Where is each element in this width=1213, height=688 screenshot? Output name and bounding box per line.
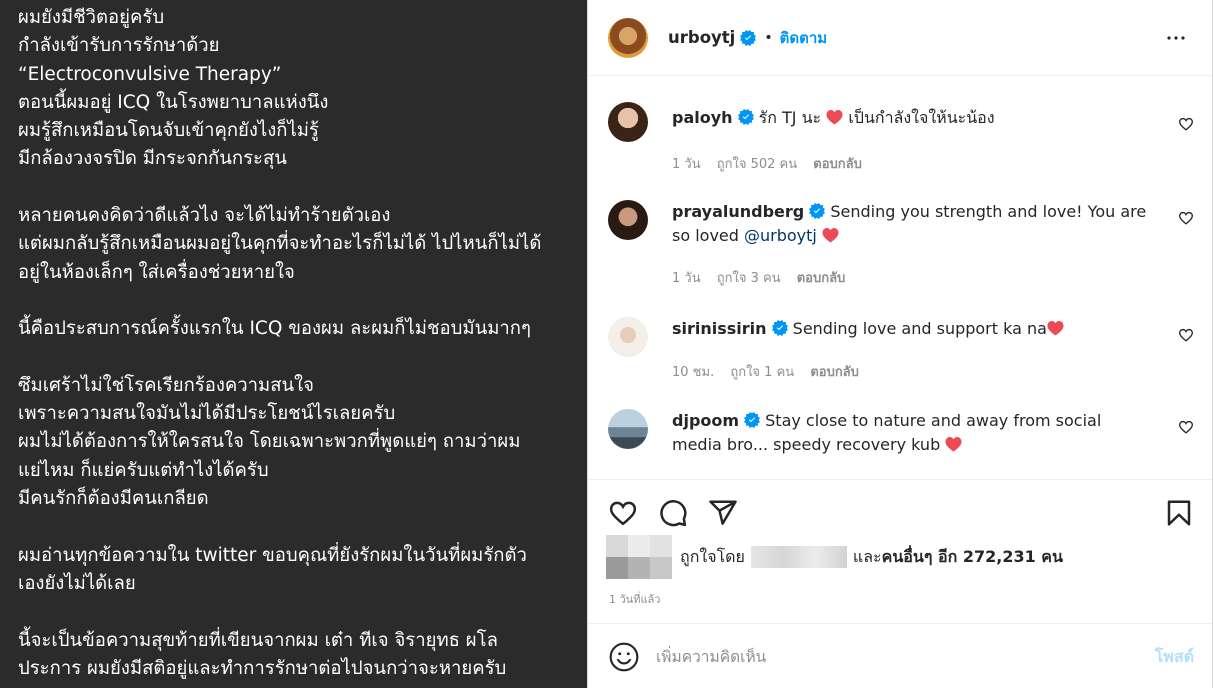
post-text-line: มีคนรักก็ต้องมีคนเกลียด: [18, 488, 209, 510]
comment-username[interactable]: paloyh: [672, 108, 733, 127]
comment-text: รัก TJ นะ: [758, 108, 822, 127]
like-comment-heart-icon[interactable]: [1178, 210, 1194, 226]
comment-bubble-icon[interactable]: [658, 498, 688, 528]
comment-body: paloyh รัก TJ นะ เป็นกำลังใจให้นะน้อง: [672, 106, 1152, 130]
comment-username[interactable]: sirinissirin: [672, 319, 767, 338]
header-separator: •: [764, 29, 773, 46]
post-header: urboytj • ติดตาม: [588, 0, 1212, 76]
comment-likes-count[interactable]: ถูกใจ 1 คน: [730, 365, 794, 380]
comment-meta: 10 ชม. ถูกใจ 1 คน ตอบกลับ: [672, 361, 871, 382]
post-text-line: แต่ผมกลับรู้สึกเหมือนผมอยู่ในคุกที่จะทำอ…: [18, 233, 542, 255]
comment-username[interactable]: djpoom: [672, 411, 739, 430]
emoji-smiley-icon[interactable]: [608, 641, 640, 673]
reply-button[interactable]: ตอบกลับ: [797, 271, 846, 286]
post-comment-button[interactable]: โพสต์: [1155, 645, 1194, 670]
comment-body: prayalundberg Sending you strength and l…: [672, 200, 1152, 247]
post-text-spacer: [18, 174, 587, 202]
post-text-spacer: [18, 287, 587, 315]
commenter-avatar[interactable]: [608, 409, 648, 449]
post-text-line: ผมยังมีชีวิตอยู่ครับ: [18, 7, 165, 28]
more-options-icon[interactable]: [1164, 26, 1188, 50]
reply-button[interactable]: ตอบกลับ: [813, 157, 862, 172]
follow-button[interactable]: ติดตาม: [780, 26, 828, 50]
liker-avatars-blurred: [606, 535, 672, 579]
post-text-line: หลายคนคงคิดว่าดีแล้วไง จะได้ไม่ทำร้ายตัว…: [18, 205, 391, 227]
comment-likes-count[interactable]: ถูกใจ 3 คน: [717, 271, 781, 286]
like-comment-heart-icon[interactable]: [1178, 419, 1194, 435]
like-comment-heart-icon[interactable]: [1178, 327, 1194, 343]
post-text-line: “Electroconvulsive Therapy”: [18, 63, 282, 85]
post-text-line: มีกล้องวงจรปิด มีกระจกกันกระสุน: [18, 148, 287, 170]
post-detail-panel: urboytj • ติดตาม paloyh รัก TJ นะ เป็นกำ…: [587, 0, 1213, 688]
post-text-line: กำลังเข้ารับการรักษาด้วย: [18, 35, 220, 57]
post-image: ผมยังมีชีวิตอยู่ครับกำลังเข้ารับการรักษา…: [0, 0, 587, 688]
comment-body: sirinissirin Sending love and support ka…: [672, 317, 1152, 341]
add-comment-input[interactable]: เพิ่มความคิดเห็น: [656, 644, 766, 669]
verified-badge-icon: [737, 109, 754, 125]
commenter-avatar[interactable]: [608, 102, 648, 142]
comment-likes-count[interactable]: ถูกใจ 502 คน: [717, 157, 797, 172]
verified-badge-icon: [809, 203, 826, 219]
comment-text: Sending love and support ka na: [792, 319, 1047, 338]
comment-time: 1 วัน: [672, 271, 701, 286]
comment-time: 1 วัน: [672, 157, 701, 172]
liked-by-others[interactable]: คนอื่นๆ อีก 272,231 คน: [882, 545, 1063, 570]
verified-badge-icon: [744, 412, 761, 428]
post-text-spacer: [18, 598, 587, 626]
post-text-spacer: [18, 344, 587, 372]
red-heart-emoji-icon: [826, 110, 843, 125]
liked-by-and: และ: [852, 546, 882, 566]
commenter-avatar[interactable]: [608, 317, 648, 357]
likes-summary: ถูกใจโดย และ คนอื่นๆ อีก 272,231 คน: [606, 535, 1063, 579]
post-text-line: เองยังไม่ได้เลย: [18, 572, 136, 594]
like-comment-heart-icon[interactable]: [1178, 116, 1194, 132]
post-text-line: ผมอ่านทุกข้อความใน twitter ขอบคุณที่ยังร…: [18, 544, 527, 566]
liked-by-prefix: ถูกใจโดย: [680, 546, 745, 566]
post-text-line: ตอนนี้ผมอยู่ ICQ ในโรงพยาบาลแห่งนึง: [18, 91, 329, 113]
post-actions-section: ถูกใจโดย และ คนอื่นๆ อีก 272,231 คน 1 วั…: [588, 479, 1212, 624]
liker-name-blurred: [750, 546, 847, 568]
post-time-ago: 1 วันที่แล้ว: [609, 593, 661, 606]
comment-meta: 1 วัน ถูกใจ 502 คน ตอบกลับ: [672, 153, 874, 174]
comment-text-suffix: เป็นกำลังใจให้นะน้อง: [848, 108, 995, 127]
post-text-line: ผมไม่ได้ต้องการให้ใครสนใจ โดยเฉพาะพวกที่…: [18, 431, 521, 453]
red-heart-emoji-icon: [822, 227, 839, 242]
post-text-line: นี้คือประสบการณ์ครั้งแรกใน ICQ ของผม ละผ…: [18, 318, 531, 340]
post-text-line: อยู่ในห้องเล็กๆ ใส่เครื่องช่วยหายใจ: [18, 261, 295, 283]
verified-badge-icon: [740, 29, 757, 46]
author-avatar[interactable]: [608, 17, 648, 58]
comment-username[interactable]: prayalundberg: [672, 202, 804, 221]
post-text-line: ผมรู้สึกเหมือนโดนจับเข้าคุกยังไงก็ไม่รู้: [18, 120, 319, 142]
reply-button[interactable]: ตอบกลับ: [810, 365, 859, 380]
post-text-spacer: [18, 513, 587, 541]
mention-link[interactable]: @urboytj: [744, 226, 817, 245]
post-text-line: นี้จะเป็นข้อความสุขท้ายที่เขียนจากผม เต๋…: [18, 629, 498, 651]
comment-meta: 1 วัน ถูกใจ 3 คน ตอบกลับ: [672, 267, 857, 288]
post-text-line: เพราะความสนใจมันไม่ได้มีประโยชน์ไรเลยครั…: [18, 403, 396, 425]
share-paper-plane-icon[interactable]: [708, 498, 738, 528]
like-heart-icon[interactable]: [608, 498, 638, 528]
verified-badge-icon: [771, 320, 788, 336]
author-username[interactable]: urboytj: [668, 28, 735, 47]
comment-time: 10 ชม.: [672, 365, 715, 380]
save-bookmark-icon[interactable]: [1164, 498, 1194, 528]
post-text-line: ซึมเศร้าไม่ใช่โรคเรียกร้องความสนใจ: [18, 374, 315, 396]
comments-list[interactable]: paloyh รัก TJ นะ เป็นกำลังใจให้นะน้อง 1 …: [588, 77, 1212, 479]
post-text-line: ประการ ผมยังมีสติอยู่และทำการรักษาต่อไปจ…: [18, 657, 507, 679]
post-text-line: แย่ไหม ก็แย่ครับแต่ทำไงได้ครับ: [18, 459, 269, 481]
comment-body: djpoom Stay close to nature and away fro…: [672, 409, 1152, 456]
add-comment-bar: เพิ่มความคิดเห็น โพสต์: [588, 625, 1212, 688]
commenter-avatar[interactable]: [608, 200, 648, 240]
likes-text[interactable]: ถูกใจโดย และ คนอื่นๆ อีก 272,231 คน: [680, 545, 1063, 570]
red-heart-emoji-icon: [945, 436, 962, 451]
red-heart-emoji-icon: [1047, 321, 1064, 336]
